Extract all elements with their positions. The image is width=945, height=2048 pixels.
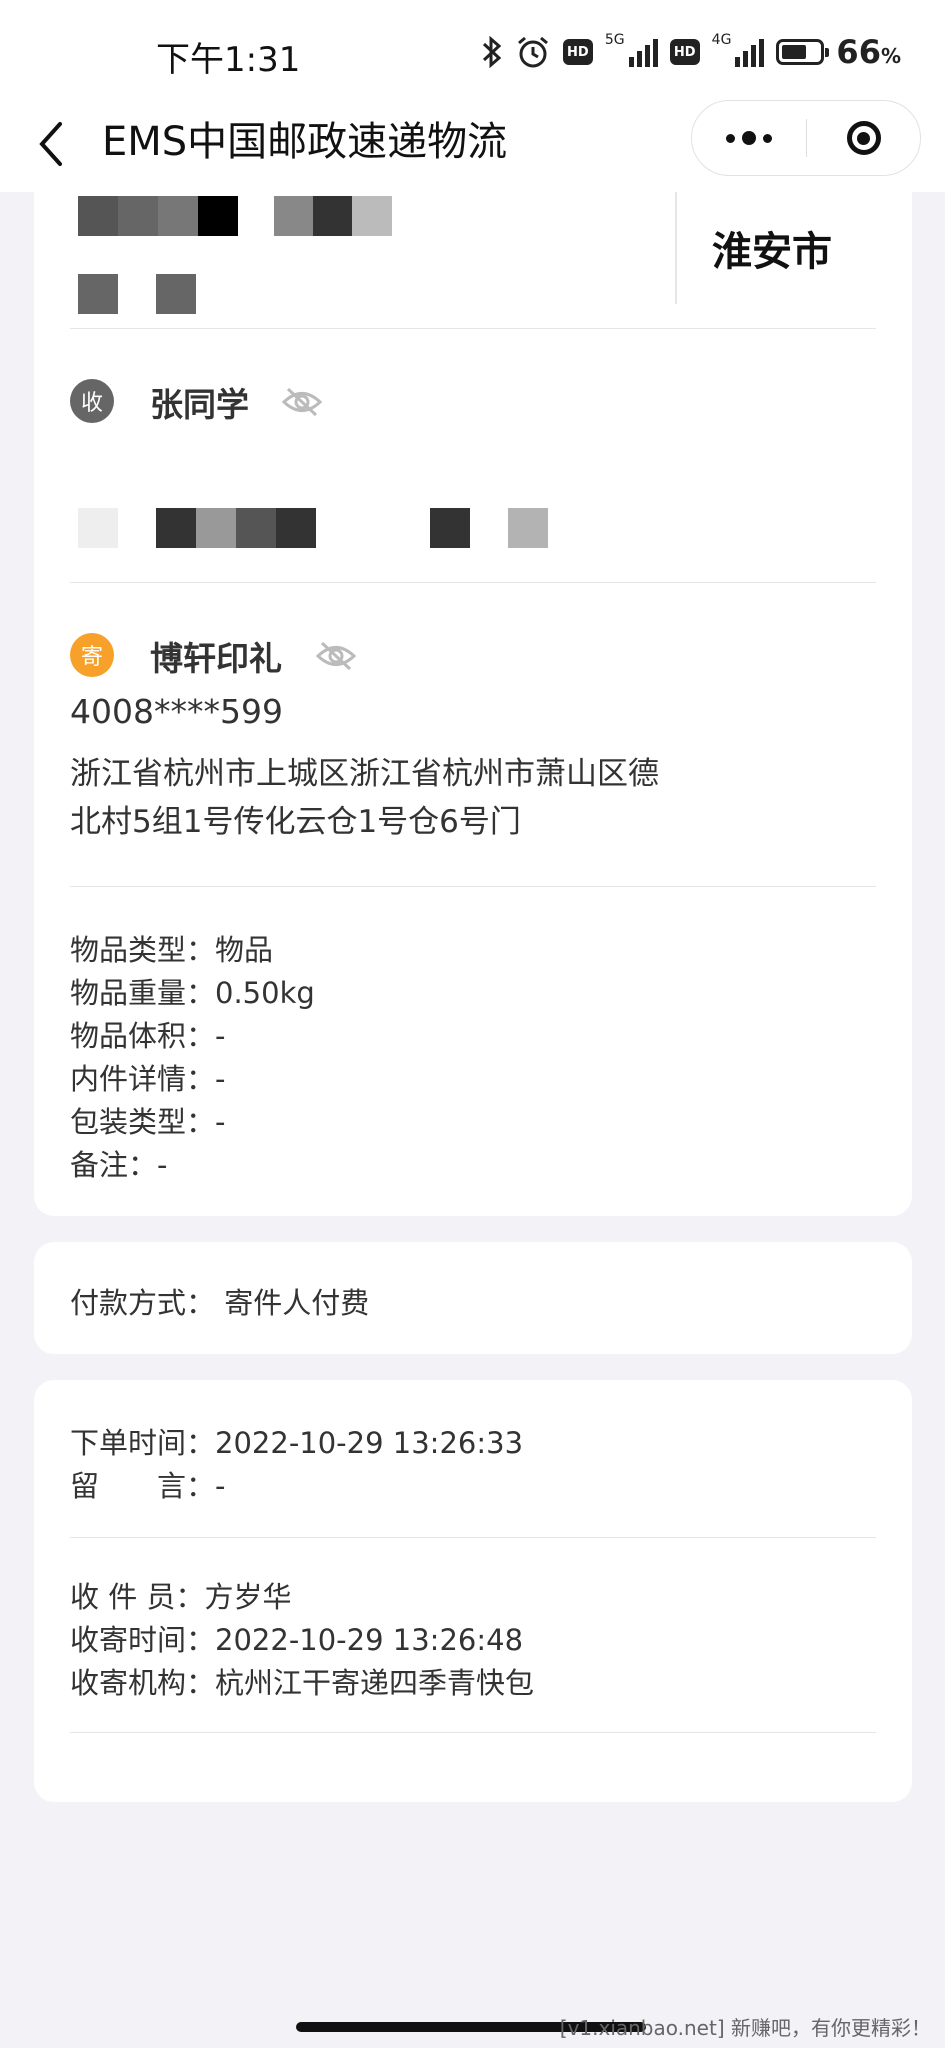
eye-off-icon[interactable]: [280, 385, 324, 419]
order-message: 留 言：-: [70, 1469, 226, 1503]
nav-bar: EMS中国邮政速递物流: [0, 100, 945, 192]
network-type-5g: 5G: [604, 32, 625, 48]
alarm-clock-icon: [517, 36, 548, 68]
divider: [70, 1537, 876, 1538]
hd-icon: HD: [562, 39, 593, 65]
order-info-card: 下单时间：2022-10-29 13:26:33 留 言：- 收 件 员：方岁华…: [34, 1380, 912, 1802]
detail-remark: 备注：-: [70, 1148, 168, 1182]
status-time: 下午1:31: [156, 40, 301, 80]
detail-contents: 内件详情：-: [70, 1062, 226, 1096]
status-icons: HD 5G HD 4G 66%: [481, 30, 901, 74]
status-bar: 下午1:31 HD 5G HD 4G 66%: [0, 0, 945, 100]
collect-time: 收寄时间：2022-10-29 13:26:48: [70, 1623, 524, 1657]
bluetooth-icon: [482, 35, 502, 69]
more-dots-icon[interactable]: [692, 101, 806, 175]
detail-item-weight: 物品重量：0.50kg: [70, 976, 315, 1010]
sender-address-line1: 浙江省杭州市上城区浙江省杭州市萧山区德: [70, 756, 659, 792]
redacted-info: [156, 274, 196, 314]
divider: [70, 582, 876, 583]
collect-org: 收寄机构：杭州江干寄递四季青快包: [70, 1666, 535, 1700]
redacted-info: [78, 508, 118, 548]
order-time: 下单时间：2022-10-29 13:26:33: [70, 1426, 524, 1460]
divider: [70, 886, 876, 887]
destination-city: 淮安市: [675, 192, 867, 304]
collector: 收 件 员：方岁华: [70, 1580, 292, 1614]
redacted-info: [78, 196, 238, 236]
sender-badge: 寄: [70, 633, 114, 677]
sender-address: 浙江省杭州市上城区浙江省杭州市萧山区德 北村5组1号传化云仓1号仓6号门: [70, 750, 730, 846]
detail-package-type: 包装类型：-: [70, 1105, 226, 1139]
divider: [70, 1732, 876, 1733]
redacted-info: [156, 508, 316, 548]
battery-fill: [782, 45, 807, 59]
eye-off-icon[interactable]: [314, 639, 358, 673]
page-title: EMS中国邮政速递物流: [102, 119, 508, 165]
hd-icon: HD: [669, 39, 700, 65]
signal-icon: [628, 37, 658, 67]
redacted-info: [508, 508, 548, 548]
detail-item-type: 物品类型：物品: [70, 933, 274, 967]
payment-method: 付款方式： 寄件人付费: [70, 1286, 370, 1320]
payment-card: 付款方式： 寄件人付费: [34, 1242, 912, 1354]
sender-address-line2: 北村5组1号传化云仓1号仓6号门: [70, 804, 521, 840]
battery-percent: 66%: [836, 33, 901, 71]
redacted-info: [430, 508, 470, 548]
close-target-icon[interactable]: [807, 101, 920, 175]
watermark: [v1.xianbao.net] 新赚吧，有你更精彩！: [559, 2016, 931, 2040]
receiver-badge: 收: [70, 379, 114, 423]
shipment-card: 淮安市 收 张同学 寄 博轩印礼 4008****599 浙江省杭州市上城区浙江…: [34, 192, 912, 1216]
mini-program-capsule: [691, 100, 921, 176]
redacted-info: [78, 274, 118, 314]
redacted-info: [274, 196, 392, 236]
network-type-4g: 4G: [711, 32, 732, 48]
receiver-name: 张同学: [150, 385, 249, 424]
battery-icon: [776, 39, 830, 65]
detail-item-volume: 物品体积：-: [70, 1019, 226, 1053]
divider: [70, 328, 876, 329]
back-arrow-icon[interactable]: [30, 114, 80, 174]
signal-icon: [735, 37, 765, 67]
sender-phone: 4008****599: [70, 692, 283, 731]
sender-name: 博轩印礼: [150, 639, 282, 678]
